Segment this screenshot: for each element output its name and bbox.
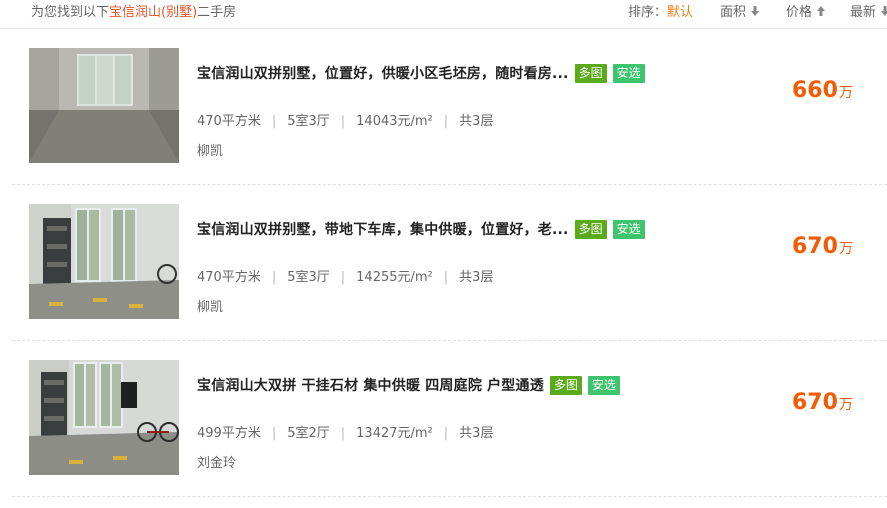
divider: | [443,270,449,285]
divider: | [443,114,449,129]
sort-latest-label: 最新 [850,5,877,20]
price-value: 670 [792,234,838,259]
multi-photo-badge: 多图 [549,375,582,395]
listing-photo[interactable] [29,360,179,475]
results-toolbar: 为您找到以下宝信润山(别墅)二手房 排序：默认 面积 价格 最新 [0,0,887,29]
listing-price: 660万 [792,78,853,103]
listing-layout: 5室2厅 [287,426,330,441]
sort-label-text: 排序： [628,5,668,20]
listing-area: 470平方米 [197,270,261,285]
listing-floors: 共3层 [459,114,494,129]
arrow-up-icon [817,6,826,16]
sort-price-link[interactable]: 价格 [786,1,826,20]
listing-price: 670万 [792,390,853,415]
arrow-down-icon [881,6,887,16]
result-summary: 为您找到以下宝信润山(别墅)二手房 [31,1,236,20]
listing-agent[interactable]: 柳凯 [197,296,223,315]
listing-item[interactable]: 宝信润山双拼别墅，位置好，供暖小区毛坯房，随时看房... 多图 安选 470平方… [12,28,887,185]
listing-title-row: 宝信润山大双拼 干挂石材 集中供暖 四周庭院 户型通透 多图 安选 [197,375,620,395]
listing-floors: 共3层 [459,426,494,441]
multi-photo-badge: 多图 [574,63,607,83]
sort-area-link[interactable]: 面积 [720,1,760,20]
listing-unit-price: 14043元/m² [356,114,433,129]
arrow-down-icon [751,6,760,16]
divider: | [340,270,346,285]
listing-specs: 499平方米 | 5室2厅 | 13427元/m² | 共3层 [197,422,493,441]
sort-default-link[interactable]: 默认 [667,5,693,20]
sort-latest-link[interactable]: 最新 [850,1,887,20]
multi-photo-badge: 多图 [574,219,607,239]
divider: | [271,114,277,129]
verified-badge: 安选 [612,63,645,83]
listing-photo[interactable] [29,204,179,319]
listing-title-row: 宝信润山双拼别墅，带地下车库，集中供暖，位置好，老... 多图 安选 [197,219,645,239]
listing-item[interactable]: 宝信润山双拼别墅，带地下车库，集中供暖，位置好，老... 多图 安选 470平方… [12,184,887,341]
divider: | [271,270,277,285]
listing-item[interactable]: 宝信润山大双拼 干挂石材 集中供暖 四周庭院 户型通透 多图 安选 499平方米… [12,340,887,497]
listing-title[interactable]: 宝信润山大双拼 干挂石材 集中供暖 四周庭院 户型通透 [197,375,544,395]
listing-floors: 共3层 [459,270,494,285]
sort-price-label: 价格 [786,5,813,20]
listing-price: 670万 [792,234,853,259]
search-keyword[interactable]: 宝信润山(别墅) [109,5,197,20]
listing-unit-price: 13427元/m² [356,426,433,441]
listing-title-row: 宝信润山双拼别墅，位置好，供暖小区毛坯房，随时看房... 多图 安选 [197,63,645,83]
listing-unit-price: 14255元/m² [356,270,433,285]
price-value: 670 [792,390,838,415]
divider: | [271,426,277,441]
listing-agent[interactable]: 柳凯 [197,140,223,159]
sort-label: 排序：默认 [628,1,693,20]
verified-badge: 安选 [612,219,645,239]
listing-specs: 470平方米 | 5室3厅 | 14255元/m² | 共3层 [197,266,493,285]
divider: | [443,426,449,441]
result-prefix: 为您找到以下 [31,5,110,20]
price-unit: 万 [838,85,853,101]
divider: | [340,426,346,441]
listing-title[interactable]: 宝信润山双拼别墅，带地下车库，集中供暖，位置好，老... [197,219,569,239]
listing-specs: 470平方米 | 5室3厅 | 14043元/m² | 共3层 [197,110,493,129]
result-suffix: 二手房 [197,5,237,20]
listing-area: 499平方米 [197,426,261,441]
verified-badge: 安选 [587,375,620,395]
listing-photo[interactable] [29,48,179,163]
listing-agent[interactable]: 刘金玲 [197,452,236,471]
listing-area: 470平方米 [197,114,261,129]
price-unit: 万 [838,241,853,257]
price-unit: 万 [838,397,853,413]
price-value: 660 [792,78,838,103]
sort-area-label: 面积 [720,5,747,20]
listing-title[interactable]: 宝信润山双拼别墅，位置好，供暖小区毛坯房，随时看房... [197,63,569,83]
listing-layout: 5室3厅 [287,270,330,285]
divider: | [340,114,346,129]
listing-layout: 5室3厅 [287,114,330,129]
